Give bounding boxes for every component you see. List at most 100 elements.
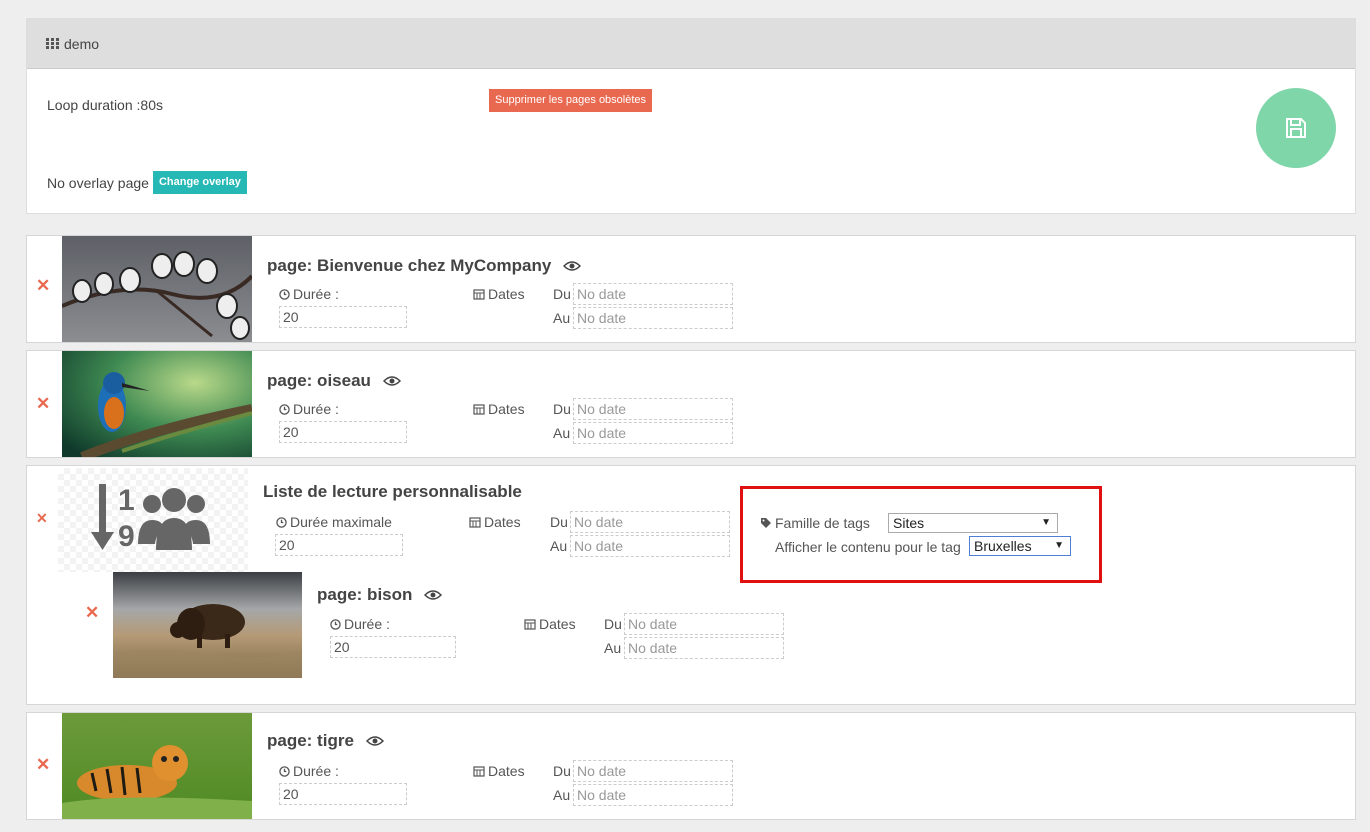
- tag-icon: [761, 518, 771, 528]
- page-title: page: bison: [317, 585, 443, 605]
- au-label: Au: [604, 640, 622, 656]
- change-overlay-button[interactable]: Change overlay: [152, 171, 247, 194]
- date-to-input[interactable]: No date: [573, 307, 733, 329]
- du-label: Du: [553, 286, 571, 302]
- duration-input[interactable]: 20: [279, 783, 407, 805]
- remove-icon[interactable]: ✕: [36, 510, 48, 527]
- dates-label-text: Dates: [488, 401, 525, 417]
- page-title-text: page: Bienvenue chez MyCompany: [267, 256, 552, 275]
- tag-family-select[interactable]: Sites ▼: [888, 513, 1058, 533]
- playlist-card: ✕ 1 9 Liste de lecture personnalisable D…: [26, 465, 1356, 705]
- duration-label-text: Durée :: [344, 616, 390, 632]
- eye-icon[interactable]: [365, 735, 384, 747]
- floppy-icon: [1286, 118, 1306, 138]
- dates-label: Dates: [524, 616, 576, 632]
- tag-content-value: Bruxelles: [974, 538, 1032, 554]
- date-from-input[interactable]: No date: [624, 613, 784, 635]
- eye-icon[interactable]: [563, 260, 582, 272]
- duration-input[interactable]: 20: [279, 306, 407, 328]
- page-title: page: oiseau: [267, 371, 401, 391]
- dropdown-arrow-icon: ▼: [1041, 517, 1051, 528]
- save-button[interactable]: [1256, 88, 1336, 168]
- playlist-settings-panel: demo Loop duration :80s Supprimer les pa…: [26, 18, 1356, 214]
- sort-numeric-users-icon: 1 9: [91, 484, 210, 553]
- page-card: ✕ page: oiseau Durée : 20 Dates Du No da…: [26, 350, 1356, 458]
- delete-obsolete-button[interactable]: Supprimer les pages obsolètes: [489, 89, 653, 112]
- max-duration-label-text: Durée maximale: [290, 514, 392, 530]
- au-label: Au: [553, 425, 571, 441]
- clock-icon: [330, 618, 341, 630]
- overlay-status: No overlay page: [47, 174, 149, 191]
- remove-icon[interactable]: ✕: [36, 755, 50, 775]
- max-duration-label: Durée maximale: [276, 514, 392, 530]
- remove-icon[interactable]: ✕: [36, 276, 50, 296]
- clock-icon: [279, 288, 290, 300]
- date-from-input[interactable]: No date: [573, 760, 733, 782]
- overlay-line: No overlay page Change overlay: [47, 171, 247, 194]
- loop-duration: Loop duration :80s: [47, 97, 163, 113]
- page-title: page: Bienvenue chez MyCompany: [267, 256, 582, 276]
- remove-subpage-icon[interactable]: ✕: [85, 603, 99, 623]
- dates-label: Dates: [469, 514, 521, 530]
- panel-title: demo: [64, 35, 100, 52]
- du-label: Du: [550, 514, 568, 530]
- dates-label-text: Dates: [484, 514, 521, 530]
- date-to-input[interactable]: No date: [624, 637, 784, 659]
- date-from-input[interactable]: No date: [573, 398, 733, 420]
- page-thumbnail-kingfisher: [62, 351, 252, 457]
- clock-icon: [279, 765, 290, 777]
- page-card: ✕ page: tigre Durée : 20 Dates Du No dat…: [26, 712, 1356, 820]
- duration-label: Durée :: [279, 286, 339, 302]
- playlist-title: Liste de lecture personnalisable: [263, 482, 522, 501]
- page-thumbnail-birds: [62, 236, 252, 342]
- date-to-input[interactable]: No date: [573, 784, 733, 806]
- dates-label-text: Dates: [539, 616, 576, 632]
- page-title-text: page: tigre: [267, 731, 354, 750]
- calendar-icon: [473, 289, 485, 300]
- dates-label-text: Dates: [488, 286, 525, 302]
- tag-content-label: Afficher le contenu pour le tag: [775, 539, 961, 555]
- page-title: page: tigre: [267, 731, 384, 751]
- au-label: Au: [553, 310, 571, 326]
- svg-text:1: 1: [118, 484, 135, 517]
- date-from-input[interactable]: No date: [570, 511, 730, 533]
- clock-icon: [276, 516, 287, 528]
- dates-label-text: Dates: [488, 763, 525, 779]
- dates-label: Dates: [473, 401, 525, 417]
- tag-filter-highlight: Famille de tags Sites ▼ Afficher le cont…: [740, 486, 1102, 583]
- clock-icon: [279, 403, 290, 415]
- eye-icon[interactable]: [424, 589, 443, 601]
- tag-family-label-text: Famille de tags: [775, 515, 870, 531]
- page-title-text: page: bison: [317, 585, 413, 604]
- calendar-icon: [473, 404, 485, 415]
- max-duration-input[interactable]: 20: [275, 534, 403, 556]
- dropdown-arrow-icon: ▼: [1054, 540, 1064, 551]
- duration-input[interactable]: 20: [279, 421, 407, 443]
- du-label: Du: [553, 763, 571, 779]
- du-label: Du: [553, 401, 571, 417]
- au-label: Au: [550, 538, 568, 554]
- duration-input[interactable]: 20: [330, 636, 456, 658]
- tag-content-select[interactable]: Bruxelles ▼: [969, 536, 1071, 556]
- du-label: Du: [604, 616, 622, 632]
- svg-text:9: 9: [118, 520, 135, 553]
- duration-label: Durée :: [279, 401, 339, 417]
- grid-icon: [46, 38, 59, 49]
- date-from-input[interactable]: No date: [573, 283, 733, 305]
- date-to-input[interactable]: No date: [573, 422, 733, 444]
- duration-label: Durée :: [279, 763, 339, 779]
- calendar-icon: [473, 766, 485, 777]
- dates-label: Dates: [473, 763, 525, 779]
- calendar-icon: [469, 517, 481, 528]
- panel-header: demo: [27, 19, 1355, 69]
- playlist-thumbnail: 1 9: [58, 468, 248, 572]
- page-card: ✕ page: Bienvenue chez MyCompany Durée :…: [26, 235, 1356, 343]
- date-to-input[interactable]: No date: [570, 535, 730, 557]
- tag-family-value: Sites: [893, 515, 925, 531]
- remove-icon[interactable]: ✕: [36, 394, 50, 414]
- calendar-icon: [524, 619, 536, 630]
- page-title-text: page: oiseau: [267, 371, 371, 390]
- duration-label-text: Durée :: [293, 286, 339, 302]
- page-thumbnail-bison: [113, 572, 302, 678]
- eye-icon[interactable]: [382, 375, 401, 387]
